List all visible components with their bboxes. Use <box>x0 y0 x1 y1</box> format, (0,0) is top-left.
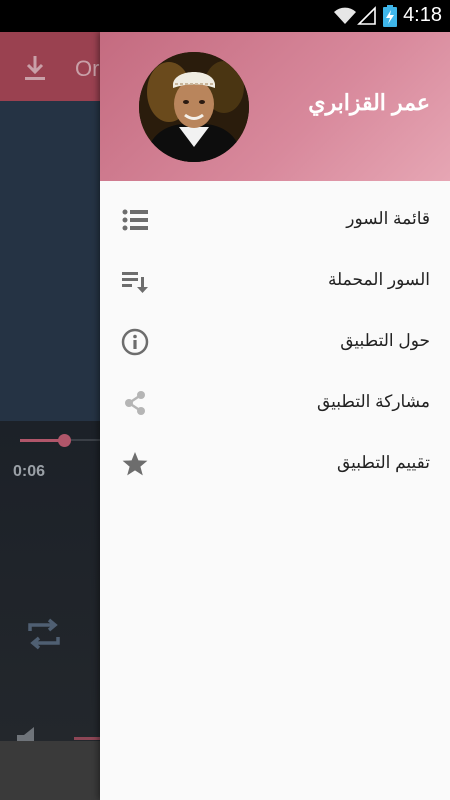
share-icon <box>125 391 145 415</box>
info-icon <box>121 328 149 356</box>
drawer-header: عمر القزابري <box>100 32 450 181</box>
download-list-icon <box>122 272 148 293</box>
menu-item-about-app[interactable]: حول التطبيق <box>100 313 450 374</box>
download-icon[interactable] <box>22 54 48 82</box>
clock: 4:18 <box>403 4 442 26</box>
menu-item-surah-list[interactable]: قائمة السور <box>100 191 450 252</box>
menu-item-rate-app[interactable]: تقييم التطبيق <box>100 435 450 496</box>
seek-thumb[interactable] <box>58 434 71 447</box>
battery-charging-icon <box>383 5 397 27</box>
signal-icon <box>357 6 376 25</box>
avatar-image <box>139 52 249 162</box>
list-icon <box>122 209 148 231</box>
toolbar-title: Or <box>75 56 100 81</box>
menu-item-label: قائمة السور <box>346 209 430 228</box>
reciter-name: عمر القزابري <box>308 90 430 115</box>
navigation-drawer: عمر القزابري قائمة السور السور المحملة ح… <box>100 32 450 800</box>
drawer-menu: قائمة السور السور المحملة حول التطبيق مش… <box>100 191 450 496</box>
menu-item-label: حول التطبيق <box>340 331 430 350</box>
menu-item-label: مشاركة التطبيق <box>316 392 430 411</box>
wifi-icon <box>334 7 356 24</box>
star-icon <box>122 452 148 476</box>
menu-item-share-app[interactable]: مشاركة التطبيق <box>100 374 450 435</box>
status-bar: 4:18 <box>0 0 450 32</box>
repeat-icon[interactable] <box>24 617 64 651</box>
menu-item-downloaded-surahs[interactable]: السور المحملة <box>100 252 450 313</box>
menu-item-label: تقييم التطبيق <box>336 453 430 472</box>
reciter-avatar <box>139 52 249 162</box>
menu-item-label: السور المحملة <box>327 270 430 289</box>
current-time: 0:06 <box>13 463 46 480</box>
